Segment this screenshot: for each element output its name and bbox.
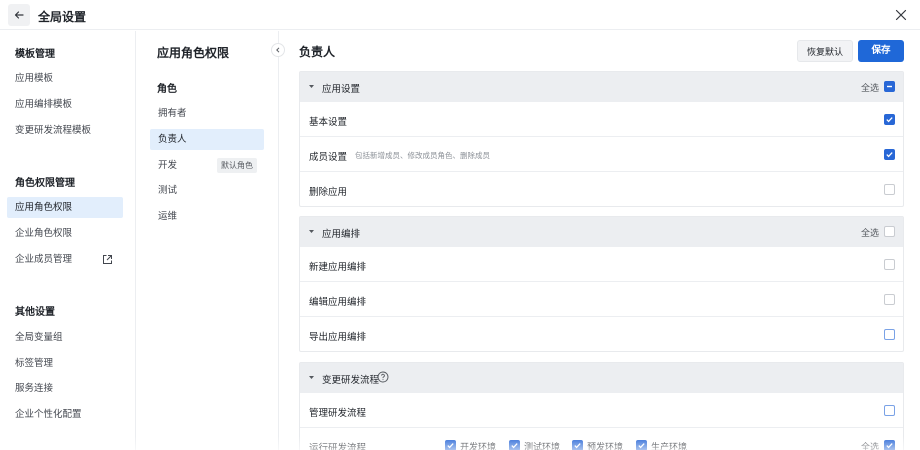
default-role-badge: 默认角色 bbox=[217, 158, 257, 173]
sidebar-item-enterprise-member-management[interactable]: 企业成员管理 bbox=[7, 249, 123, 270]
sidebar-group-title: 角色权限管理 bbox=[15, 178, 75, 189]
caret-down-icon[interactable] bbox=[308, 83, 315, 90]
env-label: 开发环境 bbox=[460, 442, 497, 450]
permission-checkbox[interactable] bbox=[884, 294, 895, 305]
permission-label: 管理研发流程 bbox=[309, 408, 367, 419]
check-icon bbox=[574, 443, 581, 449]
check-icon bbox=[886, 152, 893, 158]
sidebar-group-title: 模板管理 bbox=[15, 49, 55, 60]
permission-checkbox[interactable] bbox=[884, 149, 895, 160]
permission-checkbox[interactable] bbox=[884, 184, 895, 195]
sidebar-item-enterprise-personalization[interactable]: 企业个性化配置 bbox=[7, 404, 123, 425]
role-item-tester[interactable]: 测试 bbox=[150, 180, 264, 201]
sidebar-item-change-flow-template[interactable]: 变更研发流程模板 bbox=[7, 120, 123, 141]
role-title: 负责人 bbox=[299, 45, 336, 59]
minus-icon bbox=[887, 85, 892, 88]
section-header[interactable]: 应用编排 全选 bbox=[300, 217, 903, 246]
back-button[interactable] bbox=[8, 4, 30, 26]
sidebar-item-global-variable-groups[interactable]: 全局变量组 bbox=[7, 327, 123, 348]
external-link-icon bbox=[103, 255, 112, 264]
permission-checkbox[interactable] bbox=[884, 329, 895, 340]
check-icon bbox=[511, 443, 518, 449]
env-checkbox[interactable] bbox=[572, 440, 583, 450]
permission-row: 基本设置 bbox=[300, 101, 903, 136]
select-all-checkbox[interactable] bbox=[884, 81, 895, 92]
section-header[interactable]: 变更研发流程 bbox=[300, 363, 903, 392]
role-item-owner[interactable]: 拥有者 bbox=[150, 103, 264, 124]
help-icon[interactable] bbox=[377, 371, 389, 383]
collapse-panel-button[interactable] bbox=[271, 43, 285, 57]
sidebar-group-title: 其他设置 bbox=[15, 307, 55, 318]
select-all-label: 全选 bbox=[860, 442, 879, 450]
section-title: 变更研发流程 bbox=[322, 375, 380, 386]
permission-row: 新建应用编排 bbox=[300, 246, 903, 281]
permission-section-app-orchestration: 应用编排 全选 新建应用编排 编辑应用编排 导出应用编排 bbox=[299, 216, 904, 352]
permission-row: 删除应用 bbox=[300, 171, 903, 206]
permission-checkbox[interactable] bbox=[884, 405, 895, 416]
check-icon bbox=[638, 443, 645, 449]
check-icon bbox=[886, 117, 893, 123]
sidebar-item-tag-management[interactable]: 标签管理 bbox=[7, 353, 123, 374]
permission-checkbox[interactable] bbox=[884, 114, 895, 125]
select-all-label: 全选 bbox=[860, 83, 879, 93]
section-title: 应用设置 bbox=[322, 84, 361, 95]
top-bar: 全局设置 bbox=[0, 0, 920, 30]
role-item-manager[interactable]: 负责人 bbox=[150, 129, 264, 150]
env-label: 预发环境 bbox=[587, 442, 624, 450]
check-icon bbox=[447, 443, 454, 449]
roles-panel-title: 应用角色权限 bbox=[157, 46, 230, 60]
sidebar-item-label: 企业成员管理 bbox=[15, 254, 73, 265]
role-item-label: 开发 bbox=[158, 160, 178, 171]
permission-label: 基本设置 bbox=[309, 117, 348, 128]
select-all-checkbox[interactable] bbox=[884, 440, 895, 450]
permission-checkbox[interactable] bbox=[884, 259, 895, 270]
permission-label: 新建应用编排 bbox=[309, 262, 367, 273]
caret-down-icon[interactable] bbox=[308, 228, 315, 235]
permission-row: 成员设置 包括新增成员、修改成员角色、删除成员 bbox=[300, 136, 903, 171]
select-all-checkbox[interactable] bbox=[884, 226, 895, 237]
role-item-ops[interactable]: 运维 bbox=[150, 206, 264, 227]
check-icon bbox=[886, 443, 893, 449]
close-icon bbox=[895, 9, 907, 21]
caret-down-icon[interactable] bbox=[308, 374, 315, 381]
env-checkbox[interactable] bbox=[509, 440, 520, 450]
sidebar-item-service-connections[interactable]: 服务连接 bbox=[7, 378, 123, 399]
permission-row: 管理研发流程 bbox=[300, 392, 903, 427]
permission-section-change-flow: 变更研发流程 管理研发流程 运行研发流程 开发环境 测试环境 预发环境 生产环境… bbox=[299, 362, 904, 450]
env-checkbox[interactable] bbox=[636, 440, 647, 450]
settings-sidebar: 模板管理 应用模板 应用编排模板 变更研发流程模板 角色权限管理 应用角色权限 … bbox=[0, 31, 136, 450]
permission-section-app-settings: 应用设置 全选 基本设置 成员设置 包括新增成员、修改成员角色、删除成员 删除应… bbox=[299, 71, 904, 207]
permission-row: 运行研发流程 开发环境 测试环境 预发环境 生产环境 全选 bbox=[300, 427, 903, 450]
permission-label: 导出应用编排 bbox=[309, 332, 367, 343]
permissions-panel: 负责人 恢复默认 保存 应用设置 全选 基本设置 成员设置 包括新增成员、修改成… bbox=[280, 31, 920, 450]
permission-label: 删除应用 bbox=[309, 187, 348, 198]
section-header[interactable]: 应用设置 全选 bbox=[300, 72, 903, 101]
restore-default-button[interactable]: 恢复默认 bbox=[797, 40, 853, 62]
env-checkbox[interactable] bbox=[445, 440, 456, 450]
env-label: 生产环境 bbox=[651, 442, 688, 450]
roles-panel: 应用角色权限 角色 拥有者 负责人 开发 默认角色 测试 运维 bbox=[137, 31, 285, 450]
permission-label: 编辑应用编排 bbox=[309, 297, 367, 308]
env-label: 测试环境 bbox=[524, 442, 561, 450]
roles-subtitle: 角色 bbox=[157, 84, 177, 95]
section-title: 应用编排 bbox=[322, 229, 361, 240]
permission-label: 成员设置 bbox=[309, 152, 348, 163]
permission-label: 运行研发流程 bbox=[309, 443, 367, 450]
sidebar-item-app-orchestration-template[interactable]: 应用编排模板 bbox=[7, 94, 123, 115]
sidebar-item-enterprise-role-permissions[interactable]: 企业角色权限 bbox=[7, 223, 123, 244]
page-title: 全局设置 bbox=[38, 10, 87, 24]
permission-description: 包括新增成员、修改成员角色、删除成员 bbox=[355, 151, 490, 160]
arrow-left-icon bbox=[14, 11, 24, 19]
chevron-left-icon bbox=[276, 47, 280, 53]
select-all-label: 全选 bbox=[860, 228, 879, 238]
role-item-developer[interactable]: 开发 默认角色 bbox=[150, 155, 264, 176]
permission-row: 编辑应用编排 bbox=[300, 281, 903, 316]
sidebar-item-app-template[interactable]: 应用模板 bbox=[7, 68, 123, 89]
sidebar-item-app-role-permissions[interactable]: 应用角色权限 bbox=[7, 197, 123, 218]
save-button[interactable]: 保存 bbox=[858, 40, 904, 62]
permission-row: 导出应用编排 bbox=[300, 316, 903, 351]
close-button[interactable] bbox=[892, 6, 910, 24]
